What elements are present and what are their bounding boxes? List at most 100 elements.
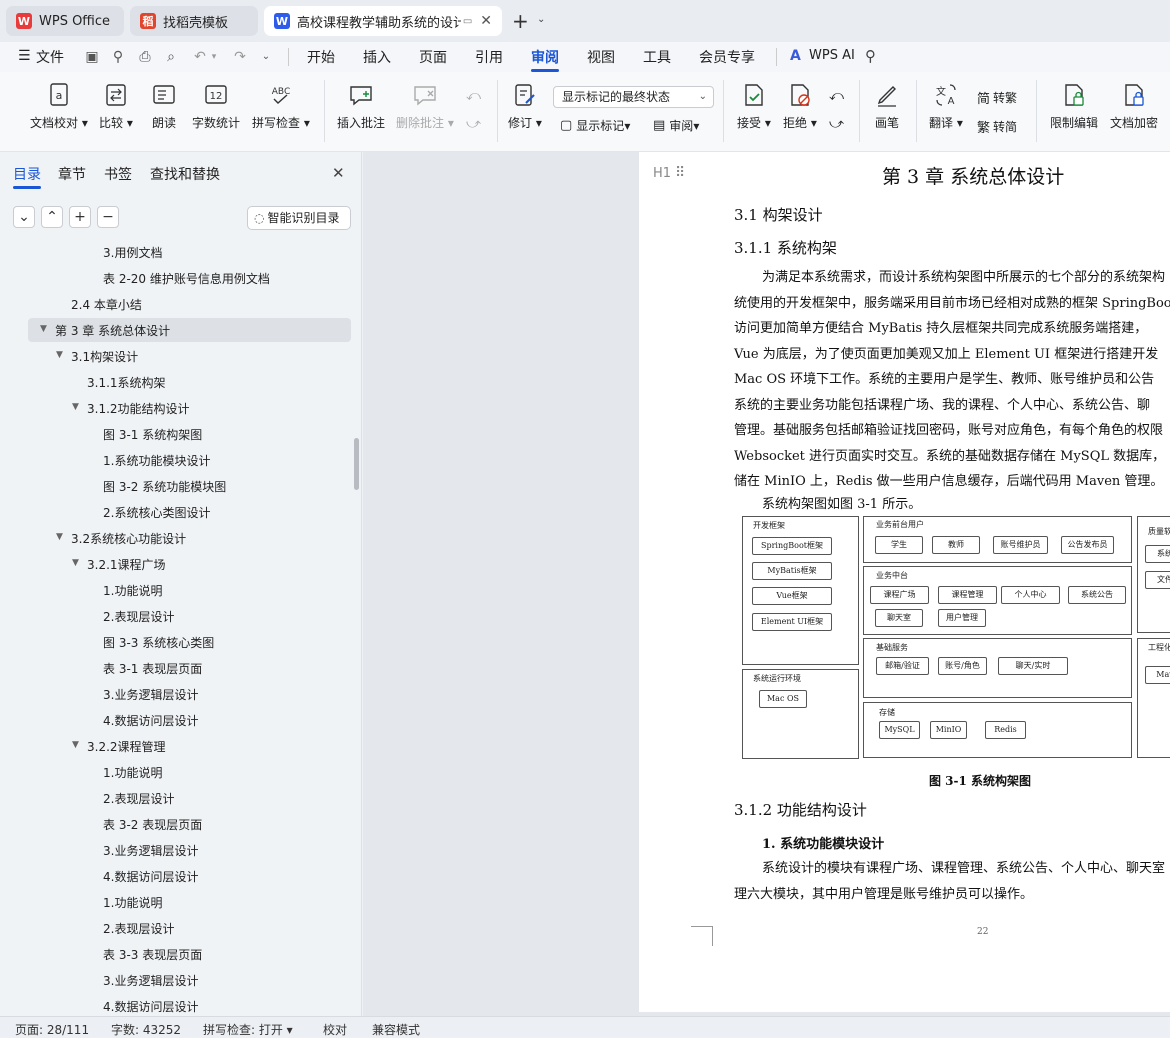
- reject-button[interactable]: 拒绝 ▾: [783, 82, 817, 131]
- chevron-down-icon[interactable]: ⌄: [537, 14, 545, 25]
- toc-item[interactable]: 3.1构架设计: [71, 348, 138, 365]
- search-icon[interactable]: ⚲: [865, 47, 876, 65]
- hamburger-icon[interactable]: ☰: [18, 48, 31, 64]
- toc-item[interactable]: 1.功能说明: [103, 582, 162, 599]
- collapse-down-button[interactable]: ⌄: [13, 206, 35, 228]
- redo-icon[interactable]: ↷: [232, 49, 248, 65]
- tab-wps-office[interactable]: W WPS Office: [6, 6, 124, 36]
- tab-chapters[interactable]: 章节: [58, 164, 86, 184]
- read-aloud-button[interactable]: 朗读: [151, 82, 177, 131]
- toc-item[interactable]: 图 3-3 系统核心类图: [103, 634, 214, 651]
- toc-item[interactable]: 1.功能说明: [103, 894, 162, 911]
- collapse-up-button[interactable]: ⌃: [41, 206, 63, 228]
- print-preview-icon[interactable]: ⌕: [163, 49, 179, 65]
- toc-item[interactable]: 2.系统核心类图设计: [103, 504, 210, 521]
- review-pane-button[interactable]: ▤ 审阅 ▾: [653, 117, 699, 134]
- add-heading-button[interactable]: +: [69, 206, 91, 228]
- toc-item[interactable]: 2.表现层设计: [103, 608, 174, 625]
- toc-item[interactable]: 3.业务逻辑层设计: [103, 686, 198, 703]
- toc-item[interactable]: 表 3-2 表现层页面: [103, 816, 202, 833]
- previous-comment-icon[interactable]: ⤺: [466, 88, 481, 104]
- toc-item[interactable]: 4.数据访问层设计: [103, 868, 198, 885]
- word-count-button[interactable]: 12 字数统计: [192, 82, 240, 131]
- expand-caret-icon[interactable]: ▼: [72, 402, 79, 412]
- toc-item[interactable]: 表 3-1 表现层页面: [103, 660, 202, 677]
- accept-button[interactable]: 接受 ▾: [737, 82, 771, 131]
- new-tab-icon[interactable]: +: [512, 9, 529, 33]
- close-tab-icon[interactable]: ✕: [480, 13, 492, 29]
- status-spell-check[interactable]: 拼写检查: 打开 ▾: [203, 1021, 293, 1038]
- toc-item[interactable]: 4.数据访问层设计: [103, 998, 198, 1015]
- smart-toc-button[interactable]: ◌ 智能识别目录: [247, 206, 351, 230]
- compare-button[interactable]: 比较 ▾: [99, 82, 133, 131]
- toc-item[interactable]: 图 3-2 系统功能模块图: [103, 478, 226, 495]
- undo-dropdown-icon[interactable]: ▾: [206, 49, 222, 65]
- menu-tools[interactable]: 工具: [643, 47, 671, 67]
- toc-item[interactable]: 第 3 章 系统总体设计: [55, 322, 170, 339]
- translate-button[interactable]: 文A 翻译 ▾: [929, 82, 963, 131]
- previous-change-icon[interactable]: ⤺: [829, 88, 844, 104]
- menu-wps-ai[interactable]: WPS AI: [809, 48, 855, 63]
- revise-button[interactable]: 修订 ▾: [508, 82, 542, 131]
- toc-item[interactable]: 1.系统功能模块设计: [103, 452, 210, 469]
- tab-find-replace[interactable]: 查找和替换: [150, 164, 220, 184]
- toc-item[interactable]: 2.表现层设计: [103, 920, 174, 937]
- status-proof[interactable]: 校对: [323, 1021, 347, 1038]
- doc-encrypt-button[interactable]: 文档加密: [1110, 82, 1158, 131]
- window-icon[interactable]: ▭: [463, 16, 472, 27]
- menu-review[interactable]: 审阅: [531, 47, 559, 67]
- insert-comment-button[interactable]: 插入批注: [337, 82, 385, 131]
- toc-item[interactable]: 图 3-1 系统构架图: [103, 426, 202, 443]
- toc-item[interactable]: 3.1.1系统构架: [87, 374, 166, 391]
- toc-item[interactable]: 3.1.2功能结构设计: [87, 400, 190, 417]
- drag-handle-icon[interactable]: ⠿: [675, 165, 685, 181]
- print-icon[interactable]: ⎙: [137, 49, 153, 65]
- document-page[interactable]: H1 ⠿ 第 3 章 系统总体设计 3.1 构架设计 3.1.1 系统构架 为满…: [639, 152, 1170, 1012]
- menu-page[interactable]: 页面: [419, 47, 447, 67]
- menu-file[interactable]: 文件: [36, 47, 64, 67]
- share-icon[interactable]: ⚲: [110, 49, 126, 65]
- spell-check-button[interactable]: ABC 拼写检查 ▾: [252, 82, 310, 131]
- toc-item[interactable]: 3.业务逻辑层设计: [103, 972, 198, 989]
- expand-caret-icon[interactable]: ▼: [72, 740, 79, 750]
- status-word-count[interactable]: 字数: 43252: [111, 1021, 181, 1038]
- toc-item[interactable]: 1.功能说明: [103, 764, 162, 781]
- menu-insert[interactable]: 插入: [363, 47, 391, 67]
- expand-caret-icon[interactable]: ▼: [40, 324, 47, 334]
- save-icon[interactable]: ▣: [84, 49, 100, 65]
- toc-item[interactable]: 表 2-20 维护账号信息用例文档: [103, 270, 270, 287]
- delete-comment-button[interactable]: 删除批注 ▾: [396, 82, 454, 131]
- expand-caret-icon[interactable]: ▼: [72, 558, 79, 568]
- show-markup-button[interactable]: ▢ 显示标记 ▾: [560, 117, 630, 134]
- toc-item[interactable]: 3.2.2课程管理: [87, 738, 166, 755]
- tab-bookmarks[interactable]: 书签: [104, 164, 132, 184]
- toc-item[interactable]: 2.4 本章小结: [71, 296, 142, 313]
- next-comment-icon[interactable]: ⤻: [466, 116, 481, 132]
- toc-item[interactable]: 表 3-3 表现层页面: [103, 946, 202, 963]
- expand-caret-icon[interactable]: ▼: [56, 532, 63, 542]
- menu-reference[interactable]: 引用: [475, 47, 503, 67]
- toc-item[interactable]: 3.2系统核心功能设计: [71, 530, 186, 547]
- expand-caret-icon[interactable]: ▼: [56, 350, 63, 360]
- menu-view[interactable]: 视图: [587, 47, 615, 67]
- doc-proof-button[interactable]: a 文档校对 ▾: [30, 82, 88, 131]
- markup-display-select[interactable]: 显示标记的最终状态 ⌄: [553, 86, 714, 108]
- restrict-edit-button[interactable]: 限制编辑: [1050, 82, 1098, 131]
- toc-item[interactable]: 2.表现层设计: [103, 790, 174, 807]
- to-simplified-button[interactable]: 繁 转简: [977, 117, 1017, 136]
- tab-docer-templates[interactable]: 稻 找稻壳模板: [130, 6, 258, 36]
- menu-member[interactable]: 会员专享: [699, 47, 755, 67]
- menu-start[interactable]: 开始: [307, 47, 335, 67]
- toc-item[interactable]: 3.业务逻辑层设计: [103, 842, 198, 859]
- tab-toc[interactable]: 目录: [13, 164, 41, 184]
- toc-scrollbar[interactable]: [354, 438, 359, 490]
- remove-heading-button[interactable]: −: [97, 206, 119, 228]
- toc-item[interactable]: 3.2.1课程广场: [87, 556, 166, 573]
- close-pane-icon[interactable]: ✕: [332, 164, 345, 182]
- tab-current-document[interactable]: W 高校课程教学辅助系统的设计与 ▭ ✕: [264, 6, 502, 36]
- to-traditional-button[interactable]: 简 转繁: [977, 88, 1017, 107]
- toc-item[interactable]: 4.数据访问层设计: [103, 712, 198, 729]
- pen-button[interactable]: 画笔: [874, 82, 900, 131]
- toc-item[interactable]: 3.用例文档: [103, 244, 162, 261]
- next-change-icon[interactable]: ⤻: [829, 116, 844, 132]
